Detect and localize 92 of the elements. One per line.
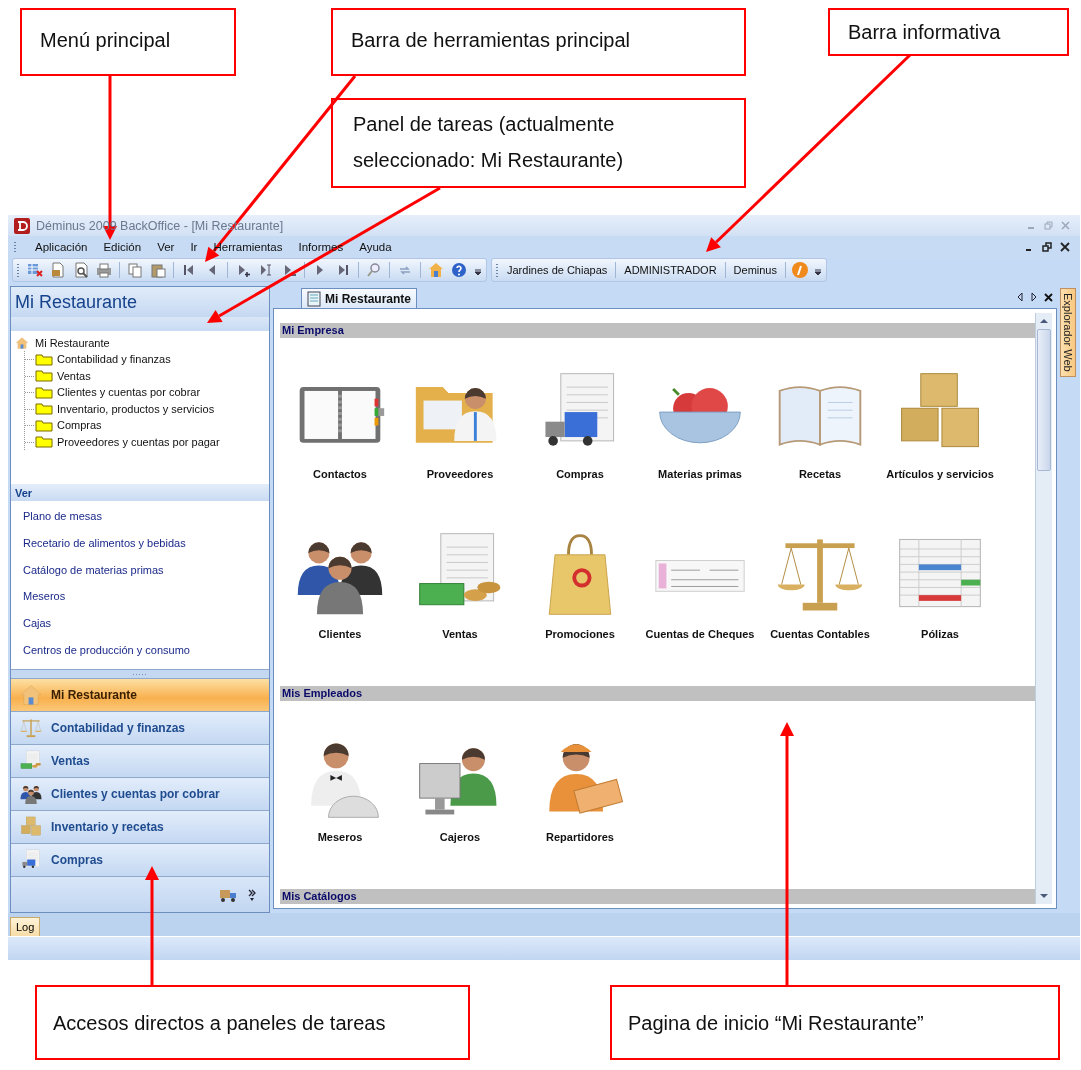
folder-icon: [35, 435, 53, 449]
tile-label[interactable]: Promociones: [525, 628, 635, 656]
callout-label: Pagina de inicio “Mi Restaurante”: [610, 985, 1060, 1060]
tile-label[interactable]: Ventas: [405, 628, 515, 656]
logo-icon: [14, 217, 30, 234]
printer-icon[interactable]: [96, 262, 112, 278]
menu-item[interactable]: Edición: [103, 241, 142, 253]
folder-icon: [35, 352, 53, 366]
tile-label[interactable]: Compras: [525, 468, 635, 496]
callout-label: Menú principal: [20, 8, 236, 76]
view-link[interactable]: Cajas: [23, 616, 269, 629]
info-label: Jardines de Chiapas: [506, 264, 609, 276]
close-icon[interactable]: [1044, 292, 1053, 302]
view-link[interactable]: Catálogo de materias primas: [23, 563, 269, 576]
tree-item[interactable]: Proveedores y cuentas por pagar: [25, 433, 265, 450]
tile-label[interactable]: Cajeros: [405, 831, 515, 859]
document-tab[interactable]: Mi Restaurante: [301, 288, 418, 308]
tile-label[interactable]: Recetas: [765, 468, 875, 496]
tree-item[interactable]: Ventas: [25, 367, 265, 384]
shortcut-button[interactable]: Clientes y cuentas por cobrar: [11, 777, 269, 810]
copy-icon[interactable]: [127, 262, 143, 278]
search-icon[interactable]: [366, 262, 382, 278]
panel-title: Mi Restaurante: [11, 287, 269, 317]
tile-label[interactable]: Proveedores: [405, 468, 515, 496]
tree-item[interactable]: Clientes y cuentas por cobrar: [25, 384, 265, 401]
tile-label[interactable]: Meseros: [285, 831, 395, 859]
tile-label[interactable]: Repartidores: [525, 831, 635, 859]
grip-icon: [17, 263, 20, 277]
scroll-left-icon[interactable]: [1016, 292, 1024, 302]
callout-label: Panel de tareas (actualmente seleccionado: Mi Restaurante): [331, 98, 746, 188]
grip-icon: [14, 241, 17, 253]
tree-item[interactable]: Compras: [25, 417, 265, 434]
callout-label: Accesos directos a paneles de tareas: [35, 985, 470, 1060]
section-header: Ver: [11, 484, 269, 501]
folder-icon: [35, 369, 53, 383]
folder-icon: [35, 385, 53, 399]
help-icon[interactable]: [451, 262, 467, 278]
scales-icon: [19, 716, 43, 740]
restore-icon[interactable]: [1042, 242, 1052, 252]
section-header: Mis Catálogos: [280, 889, 1035, 904]
tree-item[interactable]: Inventario, productos y servicios: [25, 400, 265, 417]
shortcut-button[interactable]: Contabilidad y finanzas: [11, 711, 269, 744]
tree-item[interactable]: Mi Restaurante: [15, 335, 265, 351]
side-tab[interactable]: Explorador Web: [1060, 288, 1076, 377]
house-icon: [19, 683, 43, 707]
house-icon: [15, 336, 29, 350]
shortcut-button[interactable]: Compras: [11, 843, 269, 876]
tile-label[interactable]: Contactos: [285, 468, 395, 496]
menu-item[interactable]: Aplicación: [35, 241, 88, 253]
splitter-handle[interactable]: [11, 669, 269, 678]
view-link[interactable]: Meseros: [23, 590, 269, 603]
tree-item[interactable]: Contabilidad y finanzas: [25, 351, 265, 368]
chevron-icon[interactable]: [247, 887, 257, 902]
tile-label[interactable]: Artículos y servicios: [885, 468, 995, 496]
tile-label[interactable]: Pólizas: [885, 628, 995, 656]
menu-item[interactable]: Ir: [190, 241, 198, 253]
shortcut-button[interactable]: Mi Restaurante: [11, 678, 269, 711]
section-header: Mis Empleados: [280, 686, 1035, 701]
view-link[interactable]: Centros de producción y consumo: [23, 643, 269, 656]
scroll-right-icon[interactable]: [1030, 292, 1038, 302]
section-header: Mi Empresa: [280, 323, 1035, 338]
tile-label[interactable]: Materias primas: [645, 468, 755, 496]
document-icon[interactable]: [50, 262, 66, 278]
tile-label[interactable]: Clientes: [285, 628, 395, 656]
grip-icon: [496, 263, 499, 277]
info-icon[interactable]: [791, 261, 809, 279]
menu-item[interactable]: Ayuda: [359, 241, 392, 253]
log-tab[interactable]: Log: [10, 917, 41, 936]
home-icon[interactable]: [428, 262, 444, 278]
grid-delete-icon[interactable]: [27, 262, 43, 278]
tile-label[interactable]: Cuentas Contables: [765, 628, 875, 656]
scroll-thumb[interactable]: [1037, 329, 1051, 471]
info-label: Deminus: [732, 264, 778, 276]
close-icon[interactable]: [1060, 242, 1070, 252]
menu-item[interactable]: Ver: [157, 241, 175, 253]
callout-label: Barra informativa: [828, 8, 1069, 56]
view-link[interactable]: Recetario de alimentos y bebidas: [23, 537, 269, 549]
paste-icon[interactable]: [150, 262, 166, 278]
folder-icon: [35, 418, 53, 432]
edit-record-icon[interactable]: [258, 262, 274, 278]
grip-dots-icon: [132, 672, 148, 676]
shortcut-button[interactable]: Inventario y recetas: [11, 810, 269, 843]
callout-label: Barra de herramientas principal: [331, 8, 746, 76]
boxes-icon: [19, 815, 43, 839]
folder-icon: [35, 402, 53, 416]
shortcut-button[interactable]: Ventas: [11, 744, 269, 777]
view-link[interactable]: Plano de mesas: [23, 510, 269, 523]
info-label: ADMINISTRADOR: [623, 264, 718, 276]
print-preview-icon[interactable]: [73, 262, 89, 278]
scroll-bar[interactable]: [1035, 313, 1052, 904]
tile-label[interactable]: Cuentas de Cheques: [645, 628, 755, 656]
page-icon: [307, 290, 321, 307]
